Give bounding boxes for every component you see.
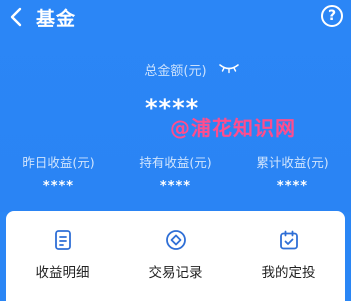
stat-label: 累计收益(元): [256, 155, 329, 170]
stat-label: 持有收益(元): [139, 155, 212, 170]
stat-value: ****: [42, 179, 75, 194]
eye-closed-icon[interactable]: [218, 62, 240, 74]
stat-value: ****: [276, 179, 309, 194]
stat-yesterday-earnings: 昨日收益(元) ****: [0, 152, 117, 194]
calendar-check-icon: [279, 230, 298, 250]
document-icon: [54, 230, 71, 250]
stat-value: ****: [159, 179, 192, 194]
chevron-left-icon: [10, 7, 22, 27]
transaction-records-button[interactable]: 交易记录: [119, 229, 232, 281]
back-button[interactable]: [6, 6, 26, 28]
page-title: 基金: [36, 8, 77, 30]
fund-summary-panel: 基金 ? 总金额(元) **** @浦花知识网 昨日收益(元) **** 持有收…: [0, 0, 351, 212]
action-label: 收益明细: [35, 265, 90, 281]
actions-card: 收益明细 交易记录 我的定投: [6, 211, 345, 301]
earnings-detail-button[interactable]: 收益明细: [6, 229, 119, 281]
top-bar: 基金 ?: [0, 0, 351, 36]
stat-label: 昨日收益(元): [22, 155, 95, 170]
my-auto-invest-button[interactable]: 我的定投: [232, 229, 345, 281]
total-amount-label: 总金额(元): [144, 64, 207, 79]
stat-cumulative-earnings: 累计收益(元) ****: [234, 152, 351, 194]
watermark-text: @浦花知识网: [170, 116, 296, 140]
help-button[interactable]: ?: [321, 5, 343, 27]
diamond-circle-icon: [165, 230, 186, 250]
stat-holding-earnings: 持有收益(元) ****: [117, 152, 234, 194]
help-icon: ?: [327, 8, 337, 24]
action-label: 交易记录: [148, 265, 203, 281]
action-label: 我的定投: [261, 265, 316, 281]
